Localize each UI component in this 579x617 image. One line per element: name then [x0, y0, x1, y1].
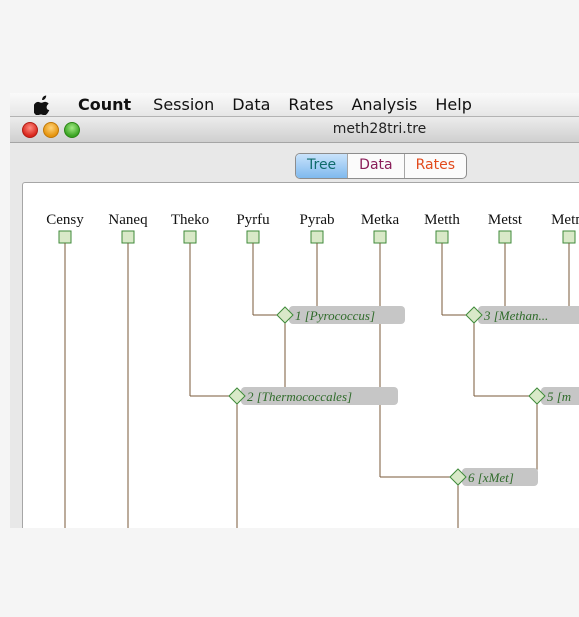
- tab-tree[interactable]: Tree: [296, 154, 349, 178]
- leaf-node-box[interactable]: [435, 230, 449, 244]
- leaf-label: Metka: [361, 212, 400, 228]
- leaf-label: Metm: [551, 212, 579, 228]
- view-tabs: Tree Data Rates: [295, 153, 468, 179]
- leaf-node-box[interactable]: [121, 230, 135, 244]
- leaf-label: Theko: [171, 212, 209, 228]
- leaf-node-box[interactable]: [310, 230, 324, 244]
- leaf-label: Metst: [488, 212, 523, 228]
- leaf-stems: [64, 243, 570, 262]
- window-title: meth28tri.tre: [332, 121, 427, 137]
- menu-analysis[interactable]: Analysis: [351, 95, 417, 114]
- leaf-label: Pyrfu: [236, 212, 270, 228]
- phylogenetic-tree: Censy Naneq Theko Pyrfu Pyrab Metka Mett…: [46, 212, 579, 528]
- node-label: 2 [Thermococcales]: [247, 389, 352, 404]
- menu-rates[interactable]: Rates: [288, 95, 333, 114]
- leaf-node-box[interactable]: [183, 230, 197, 244]
- leaf-node-box[interactable]: [562, 230, 576, 244]
- leaf-node-box[interactable]: [498, 230, 512, 244]
- menu-data[interactable]: Data: [232, 95, 270, 114]
- leaf-label: Metth: [424, 212, 460, 228]
- leaf-node-box[interactable]: [58, 230, 72, 244]
- window-titlebar[interactable]: meth28tri.tre: [10, 117, 579, 143]
- apple-menu-icon[interactable]: [34, 95, 52, 115]
- menu-session[interactable]: Session: [153, 95, 214, 114]
- node-label: 3 [Methan...: [483, 308, 548, 323]
- node-label: 5 [m: [547, 389, 571, 404]
- leaf-node-box[interactable]: [246, 230, 260, 244]
- tree-panel: Censy Naneq Theko Pyrfu Pyrab Metka Mett…: [22, 182, 579, 528]
- leaf-label: Pyrab: [300, 212, 335, 228]
- tab-rates[interactable]: Rates: [405, 154, 466, 178]
- menu-bar: Count Session Data Rates Analysis Help: [10, 93, 579, 117]
- leaf-node-box[interactable]: [373, 230, 387, 244]
- leaf-boxes: [58, 230, 576, 244]
- menu-help[interactable]: Help: [435, 95, 471, 114]
- leaf-label: Censy: [46, 212, 84, 228]
- node-label: 1 [Pyrococcus]: [295, 308, 375, 323]
- window-content: Tree Data Rates Censy Naneq Theko Pyrfu …: [10, 143, 579, 528]
- leaf-label: Naneq: [108, 212, 148, 228]
- menu-app-name[interactable]: Count: [78, 95, 131, 114]
- node-label: 6 [xMet]: [468, 470, 514, 485]
- tab-data[interactable]: Data: [348, 154, 405, 178]
